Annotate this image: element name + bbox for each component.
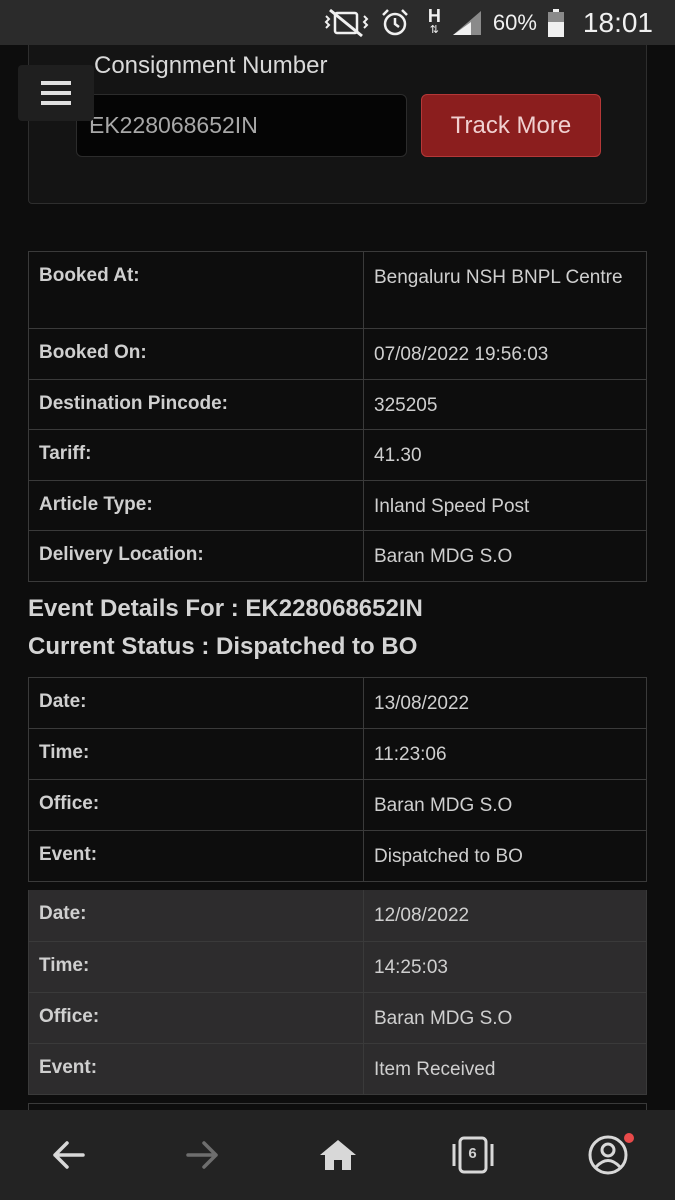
row-key: Time: — [28, 940, 364, 993]
current-status-heading: Current Status : Dispatched to BO — [28, 633, 418, 660]
table-row: Date: 12/08/2022 — [28, 890, 647, 942]
table-row: Destination Pincode: 325205 — [28, 378, 647, 430]
clock-time: 18:01 — [582, 6, 653, 38]
row-value: 13/08/2022 — [363, 677, 647, 729]
row-key: Event: — [28, 1042, 364, 1095]
table-row: Time: 14:25:03 — [28, 940, 647, 993]
forward-button[interactable] — [163, 1125, 243, 1185]
row-key: Booked On: — [28, 328, 364, 380]
row-key: Office: — [28, 991, 364, 1044]
table-row: Booked On: 07/08/2022 19:56:03 — [28, 328, 647, 380]
event-table: Date: 13/08/2022 Time: 11:23:06 Office: … — [28, 677, 647, 882]
vibrate-mute-icon — [324, 8, 370, 38]
row-value: Baran MDG S.O — [363, 991, 647, 1044]
row-key: Destination Pincode: — [28, 378, 364, 430]
tab-count: 6 — [468, 1145, 477, 1162]
arrow-left-icon — [52, 1141, 85, 1169]
event-details-heading: Event Details For : EK228068652IN — [28, 595, 423, 622]
alarm-icon — [380, 8, 410, 38]
table-row: Date: 13/08/2022 — [28, 677, 647, 729]
home-button[interactable] — [298, 1125, 378, 1185]
row-key: Article Type: — [28, 479, 364, 531]
table-row: Time: 11:23:06 — [28, 728, 647, 780]
row-key: Date: — [28, 890, 364, 942]
row-value: Inland Speed Post — [363, 479, 647, 531]
consignment-number-label: Consignment Number — [94, 52, 328, 79]
arrow-right-icon — [185, 1141, 218, 1169]
tabs-button[interactable]: 6 — [433, 1125, 513, 1185]
consignment-number-input[interactable] — [76, 94, 407, 157]
hamburger-menu-button[interactable] — [18, 65, 94, 121]
row-value: 41.30 — [363, 429, 647, 481]
row-value: Baran MDG S.O — [363, 530, 647, 582]
battery-percent: 60% — [492, 9, 537, 35]
row-key: Booked At: — [28, 251, 364, 329]
row-key: Event: — [28, 830, 364, 882]
event-table: Date: 12/08/2022 Time: 14:25:03 Office: … — [28, 890, 647, 1095]
battery-icon — [547, 8, 565, 38]
table-row: Tariff: 41.30 — [28, 429, 647, 481]
track-more-button[interactable]: Track More — [421, 94, 601, 157]
row-key: Date: — [28, 677, 364, 729]
row-value: 12/08/2022 — [363, 890, 647, 942]
table-row: Office: Baran MDG S.O — [28, 991, 647, 1044]
row-value: 07/08/2022 19:56:03 — [363, 328, 647, 380]
row-key: Tariff: — [28, 429, 364, 481]
row-key: Office: — [28, 779, 364, 831]
row-value: 325205 — [363, 378, 647, 430]
table-row: Delivery Location: Baran MDG S.O — [28, 530, 647, 582]
booking-details-table: Booked At: Bengaluru NSH BNPL Centre Boo… — [28, 251, 647, 582]
row-value: 14:25:03 — [363, 940, 647, 993]
browser-bottom-nav: 6 — [0, 1110, 675, 1200]
back-button[interactable] — [28, 1125, 108, 1185]
account-button[interactable] — [568, 1125, 648, 1185]
account-icon — [588, 1135, 627, 1175]
hamburger-icon — [41, 81, 71, 105]
row-value: Item Received — [363, 1042, 647, 1095]
table-row: Booked At: Bengaluru NSH BNPL Centre — [28, 251, 647, 329]
row-value: 11:23:06 — [363, 728, 647, 780]
table-row: Office: Baran MDG S.O — [28, 779, 647, 831]
notification-dot — [623, 1133, 634, 1143]
table-row: Event: Dispatched to BO — [28, 830, 647, 882]
row-value: Baran MDG S.O — [363, 779, 647, 831]
row-key: Delivery Location: — [28, 530, 364, 582]
status-bar: H ⇅ 60% 18:01 — [0, 0, 675, 45]
network-type-icon: H ⇅ — [427, 5, 441, 36]
tracking-search-panel: Consignment Number Track More — [28, 45, 647, 204]
row-value: Bengaluru NSH BNPL Centre — [363, 251, 647, 329]
row-value: Dispatched to BO — [363, 830, 647, 882]
row-key: Time: — [28, 728, 364, 780]
screen: H ⇅ 60% 18:01 Consignment Number Track M… — [0, 0, 675, 1200]
table-row: Article Type: Inland Speed Post — [28, 479, 647, 531]
event-table-partial — [28, 1103, 647, 1110]
signal-icon — [451, 9, 483, 37]
page-content: Consignment Number Track More Booked At:… — [0, 45, 675, 1110]
home-icon — [319, 1140, 356, 1170]
table-row: Event: Item Received — [28, 1042, 647, 1095]
